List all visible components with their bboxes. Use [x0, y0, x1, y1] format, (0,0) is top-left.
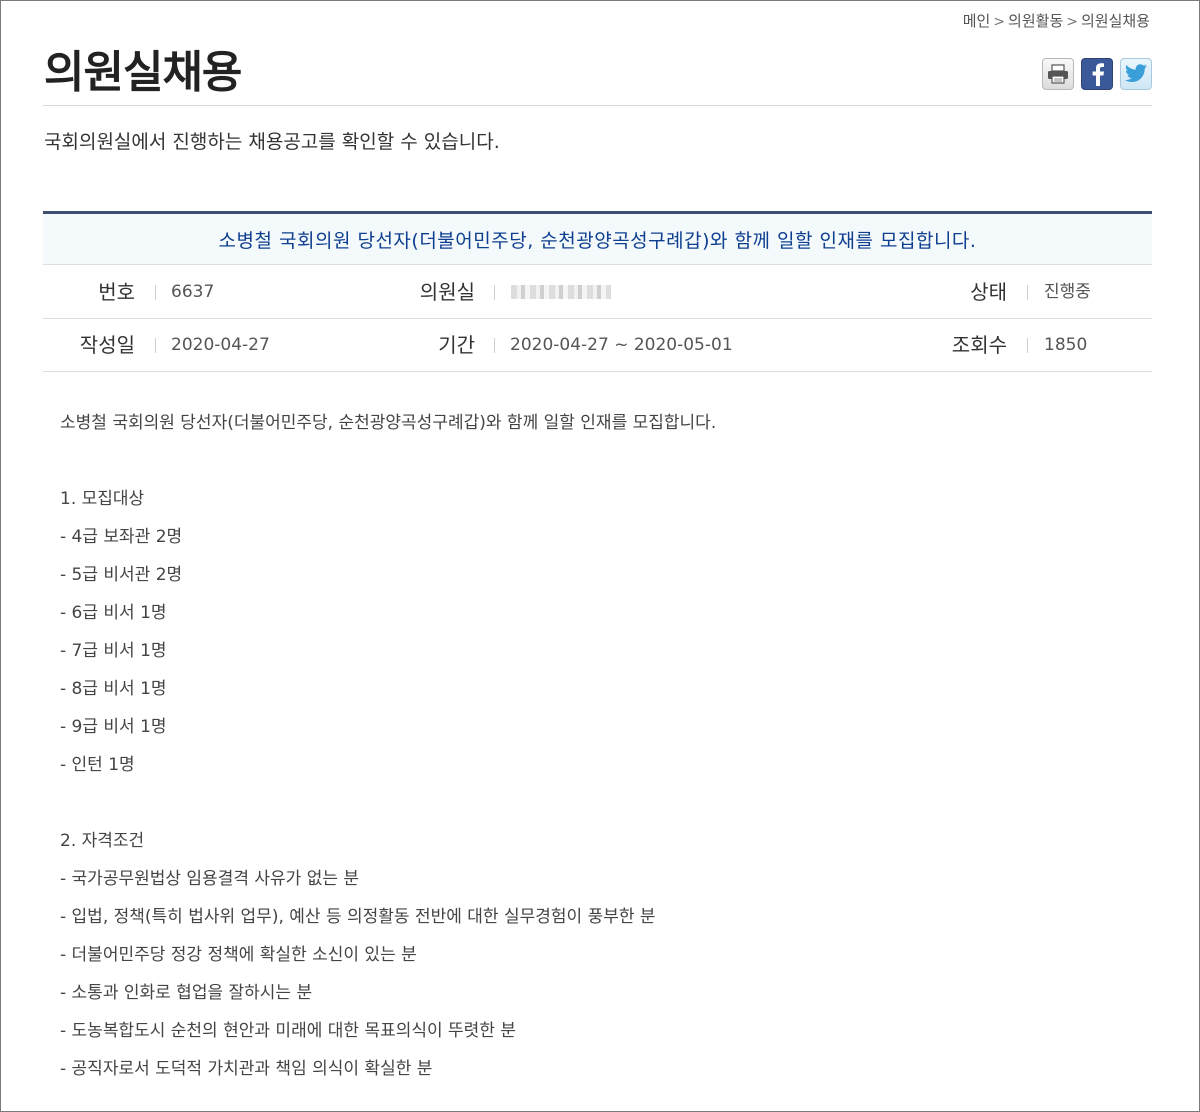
- separator: [494, 285, 495, 300]
- list-item: - 더불어민주당 정강 정책에 확실한 소신이 있는 분: [60, 945, 417, 965]
- breadcrumb-activities[interactable]: 의원활동: [1008, 12, 1063, 30]
- number-value: 6637: [171, 282, 215, 302]
- post-title: 소병철 국회의원 당선자(더불어민주당, 순천광양곡성구례갑)와 함께 일할 인…: [218, 229, 977, 252]
- list-item: - 소통과 인화로 협업을 잘하시는 분: [60, 983, 313, 1003]
- breadcrumb-home[interactable]: 메인: [963, 12, 991, 30]
- period-value: 2020-04-27 ~ 2020-05-01: [510, 335, 733, 355]
- separator: [1027, 338, 1028, 353]
- section-title: 2. 자격조건: [60, 831, 145, 851]
- breadcrumb: 메인 > 의원활동 > 의원실채용: [963, 10, 1150, 31]
- separator: [494, 338, 495, 353]
- list-item: - 6급 비서 1명: [60, 603, 167, 623]
- list-item: - 8급 비서 1명: [60, 679, 167, 699]
- twitter-icon: [1125, 64, 1147, 82]
- views-label: 조회수: [951, 333, 1007, 357]
- list-item: - 인턴 1명: [60, 755, 135, 775]
- status-value: 진행중: [1044, 282, 1091, 302]
- facebook-icon: [1092, 63, 1104, 86]
- list-item: - 도농복합도시 순천의 현안과 미래에 대한 목표의식이 뚜렷한 분: [60, 1021, 517, 1041]
- page-title: 의원실채용: [44, 47, 242, 98]
- body-intro: 소병철 국회의원 당선자(더불어민주당, 순천광양곡성구례갑)와 함께 일할 인…: [60, 413, 717, 433]
- list-item: - 9급 비서 1명: [60, 717, 167, 737]
- divider: [43, 105, 1152, 106]
- breadcrumb-current: 의원실채용: [1080, 12, 1150, 30]
- separator: [155, 285, 156, 300]
- status-label: 상태: [970, 280, 1007, 304]
- list-item: - 공직자로서 도덕적 가치관과 책임 의식이 확실한 분: [60, 1059, 433, 1079]
- twitter-share-button[interactable]: [1120, 58, 1152, 90]
- chevron-right-icon: >: [993, 14, 1006, 30]
- post-header: 소병철 국회의원 당선자(더불어민주당, 순천광양곡성구례갑)와 함께 일할 인…: [43, 211, 1152, 265]
- date-label: 작성일: [79, 333, 135, 357]
- office-value: [511, 266, 611, 318]
- facebook-share-button[interactable]: [1081, 58, 1113, 90]
- period-label: 기간: [438, 333, 475, 357]
- list-item: - 4급 보좌관 2명: [60, 527, 183, 547]
- redacted-office-name: [511, 285, 611, 299]
- list-item: - 국가공무원법상 임용결격 사유가 없는 분: [60, 869, 360, 889]
- separator: [1027, 285, 1028, 300]
- meta-row-2: 작성일 2020-04-27 기간 2020-04-27 ~ 2020-05-0…: [43, 319, 1152, 372]
- page-description: 국회의원실에서 진행하는 채용공고를 확인할 수 있습니다.: [44, 131, 500, 153]
- chevron-right-icon: >: [1066, 14, 1078, 30]
- office-label: 의원실: [419, 280, 475, 304]
- list-item: - 7급 비서 1명: [60, 641, 167, 661]
- list-item: - 5급 비서관 2명: [60, 565, 183, 585]
- share-toolbar: [1042, 58, 1152, 90]
- views-value: 1850: [1044, 335, 1088, 355]
- post-body: 소병철 국회의원 당선자(더불어민주당, 순천광양곡성구례갑)와 함께 일할 인…: [60, 404, 1140, 1088]
- list-item: - 입법, 정책(특히 법사위 업무), 예산 등 의정활동 전반에 대한 실무…: [60, 907, 656, 927]
- number-label: 번호: [98, 280, 135, 304]
- date-value: 2020-04-27: [171, 335, 270, 355]
- separator: [155, 338, 156, 353]
- section-title: 1. 모집대상: [60, 489, 145, 509]
- meta-row-1: 번호 6637 의원실 상태 진행중: [43, 266, 1152, 319]
- printer-icon: [1048, 64, 1068, 84]
- print-button[interactable]: [1042, 58, 1074, 90]
